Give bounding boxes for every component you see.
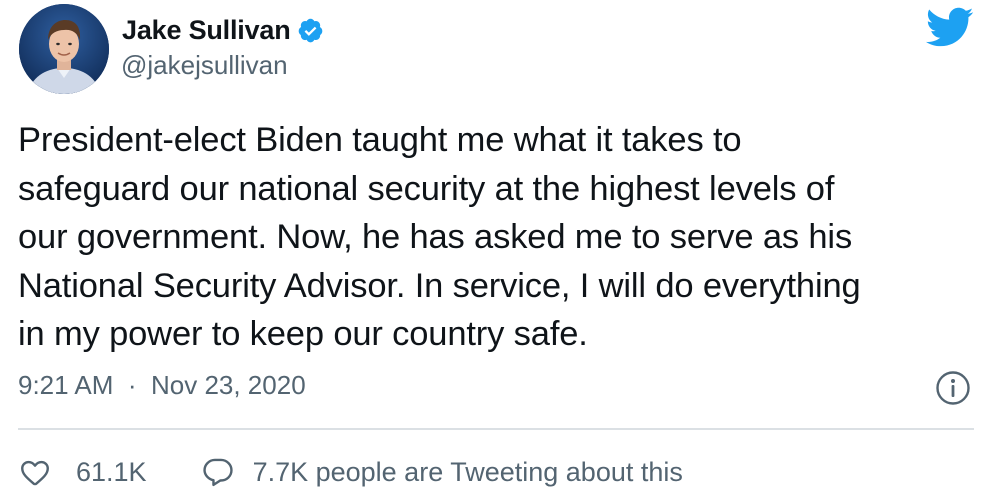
tweet-actions: 61.1K 7.7K people are Tweeting about thi… [18,450,683,494]
tweet-text-line: in my power to keep our country safe. [18,315,588,353]
like-count: 61.1K [76,456,147,487]
tweet-date: Nov 23, 2020 [150,370,306,400]
tweet-text-line: National Security Advisor. In service, I… [18,266,861,305]
tweet-time: 9:21 AM [18,370,114,400]
tweet-text-line: President-elect Biden taught me what it … [18,121,742,159]
heart-icon [18,455,52,489]
timestamp-separator: · [120,370,144,400]
verified-badge-icon [297,17,324,44]
tweet-text: President-elect Biden taught me what it … [18,116,978,359]
avatar[interactable] [19,4,109,94]
tweet-timestamp[interactable]: 9:21 AM · Nov 23, 2020 [18,370,306,401]
author-name-row: Jake Sullivan [122,12,324,48]
display-name[interactable]: Jake Sullivan [122,15,291,46]
tweeting-about-button[interactable]: 7.7K people are Tweeting about this [201,455,683,489]
tweet-card: Jake Sullivan @jakejsullivan President-e… [0,0,994,504]
tweeting-about-text: 7.7K people are Tweeting about this [252,456,683,487]
twitter-bird-icon[interactable] [924,6,974,48]
like-button[interactable]: 61.1K [18,455,147,489]
tweet-text-line: our government. Now, he has asked me to … [18,218,853,256]
speech-bubble-icon [201,455,235,489]
tweet-text-line: safeguard our national security at the h… [18,169,835,208]
divider [18,428,974,430]
info-icon[interactable] [935,370,971,406]
author-handle[interactable]: @jakejsullivan [121,50,288,81]
